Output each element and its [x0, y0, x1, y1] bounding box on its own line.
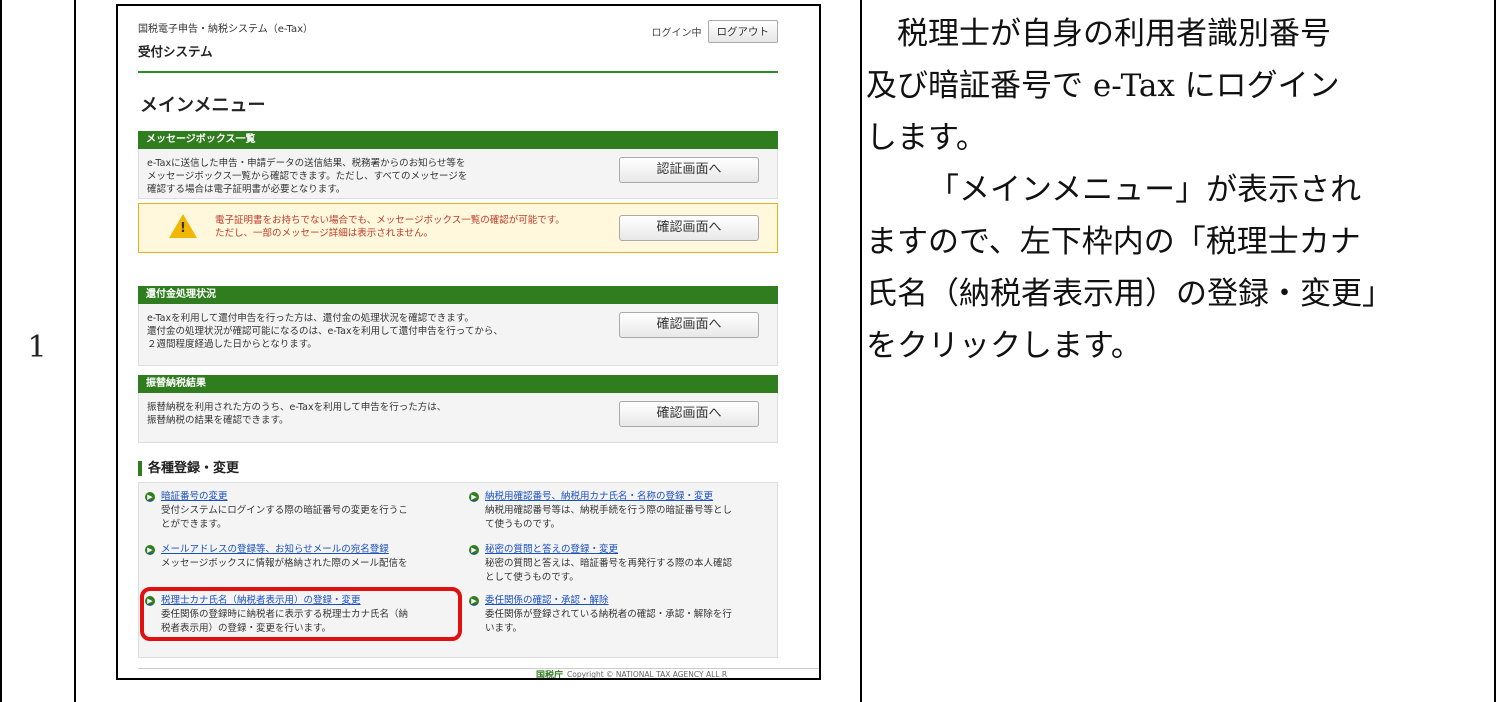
footer: 国税庁 Copyright © NATIONAL TAX AGENCY ALL …: [536, 668, 728, 680]
item-description: とができます。: [161, 519, 227, 530]
arrow-right-icon: ▶: [469, 596, 479, 606]
arrow-right-icon: ▶: [145, 492, 155, 502]
item-description: います。: [485, 623, 523, 634]
transfer-confirm-button[interactable]: 確認画面へ: [619, 401, 759, 427]
item-description: 秘密の質問と答えは、暗証番号を再発行する際の本人確認: [485, 558, 733, 569]
column-divider: [860, 0, 862, 702]
arrow-right-icon: ▶: [469, 492, 479, 502]
section-title: 振替納税結果: [138, 375, 778, 393]
etax-screenshot: 国税電子申告・納税システム（e-Tax） 受付システム ログイン中 ログアウト …: [116, 4, 821, 680]
reg-item-pin-change: ▶ 暗証番号の変更 受付システムにログインする際の暗証番号の変更を行うこ とができ…: [145, 491, 450, 531]
confirm-screen-button[interactable]: 確認画面へ: [619, 215, 759, 241]
email-register-link[interactable]: ▶ メールアドレスの登録等、お知らせメールの宛名登録: [145, 544, 450, 556]
item-description: 委任関係が登録されている納税者の確認・承認・解除を行: [485, 609, 732, 620]
reg-item-secret-question: ▶ 秘密の質問と答えの登録・変更 秘密の質問と答えは、暗証番号を再発行する際の本人…: [469, 544, 774, 584]
section-body: e-Taxに送信した申告・申請データの送信結果、税務署からのお知らせ等を メッセ…: [138, 149, 778, 199]
section-title: メッセージボックス一覧: [138, 131, 778, 149]
pin-change-link[interactable]: ▶ 暗証番号の変更: [145, 491, 450, 503]
section-body: e-Taxを利用して還付申告を行った方は、還付金の処理状況を確認できます。 還付…: [138, 304, 778, 366]
red-highlight-frame: [140, 587, 462, 641]
instruction-line: をクリックします。: [866, 328, 1142, 364]
copyright-text: Copyright © NATIONAL TAX AGENCY ALL R: [567, 670, 728, 679]
instruction-line: 「メインメニュー」が表示され: [928, 172, 1362, 208]
warning-box: ! 電子証明書をお持ちでない場合でも、メッセージボックス一覧の確認が可能です。 …: [138, 203, 778, 253]
message-box-section: メッセージボックス一覧 e-Taxに送信した申告・申請データの送信結果、税務署か…: [138, 131, 778, 253]
item-description: として使うものです。: [485, 572, 579, 583]
item-description: 納税用確認番号等は、納税手続を行う際の暗証番号等とし: [485, 505, 733, 516]
instruction-line: 氏名（納税者表示用）の登録・変更」: [866, 276, 1393, 312]
section-body: 振替納税を利用された方のうち、e-Taxを利用して申告を行った方は、 振替納税の…: [138, 393, 778, 443]
logout-button[interactable]: ログアウト: [707, 20, 778, 43]
auth-screen-button[interactable]: 認証画面へ: [619, 157, 759, 183]
reg-item-delegation: ▶ 委任関係の確認・承認・解除 委任関係が登録されている納税者の確認・承認・解除を…: [469, 595, 774, 635]
section-description: 振替納税を利用された方のうち、e-Taxを利用して申告を行った方は、 振替納税の…: [147, 402, 447, 426]
instruction-text: 税理士が自身の利用者識別番号 及び暗証番号で e-Tax にログイン します。 …: [866, 8, 1492, 372]
secret-question-link[interactable]: ▶ 秘密の質問と答えの登録・変更: [469, 544, 774, 556]
page-header: 国税電子申告・納税システム（e-Tax） 受付システム ログイン中 ログアウト: [138, 20, 778, 60]
section-title: 還付金処理状況: [138, 286, 778, 304]
warning-icon: !: [180, 221, 186, 236]
arrow-right-icon: ▶: [145, 545, 155, 555]
instruction-line: 税理士が自身の利用者識別番号: [897, 16, 1331, 52]
item-description: メッセージボックスに情報が格納された際のメール配信を: [161, 558, 408, 569]
header-divider: [138, 71, 778, 73]
item-description: て使うものです。: [485, 519, 561, 530]
nta-logo: 国税庁: [536, 671, 564, 680]
column-divider: [74, 0, 76, 702]
instruction-line: します。: [866, 120, 987, 156]
page-title: メインメニュー: [140, 95, 266, 116]
instruction-line: 及び暗証番号で e-Tax にログイン: [866, 68, 1340, 104]
transfer-section: 振替納税結果 振替納税を利用された方のうち、e-Taxを利用して申告を行った方は…: [138, 375, 778, 443]
login-status: ログイン中: [651, 28, 702, 39]
instruction-line: ますので、左下枠内の「税理士カナ: [866, 224, 1361, 260]
reg-item-email: ▶ メールアドレスの登録等、お知らせメールの宛名登録 メッセージボックスに情報が格…: [145, 544, 450, 570]
registration-heading: 各種登録・変更: [138, 461, 239, 476]
refund-confirm-button[interactable]: 確認画面へ: [619, 312, 759, 338]
item-description: 受付システムにログインする際の暗証番号の変更を行うこ: [161, 505, 408, 516]
login-area: ログイン中 ログアウト: [651, 20, 778, 43]
warning-text: 電子証明書をお持ちでない場合でも、メッセージボックス一覧の確認が可能です。 ただ…: [215, 215, 565, 239]
reg-item-payment-code: ▶ 納税用確認番号、納税用カナ氏名・名称の登録・変更 納税用確認番号等は、納税手続…: [469, 491, 774, 531]
payment-code-link[interactable]: ▶ 納税用確認番号、納税用カナ氏名・名称の登録・変更: [469, 491, 774, 503]
row-number: 1: [27, 330, 47, 365]
refund-section: 還付金処理状況 e-Taxを利用して還付申告を行った方は、還付金の処理状況を確認…: [138, 286, 778, 366]
section-description: e-Taxを利用して還付申告を行った方は、還付金の処理状況を確認できます。 還付…: [147, 313, 503, 350]
arrow-right-icon: ▶: [469, 545, 479, 555]
subsystem-name: 受付システム: [138, 44, 213, 59]
delegation-link[interactable]: ▶ 委任関係の確認・承認・解除: [469, 595, 774, 607]
section-description: e-Taxに送信した申告・申請データの送信結果、税務署からのお知らせ等を メッセ…: [147, 158, 468, 195]
